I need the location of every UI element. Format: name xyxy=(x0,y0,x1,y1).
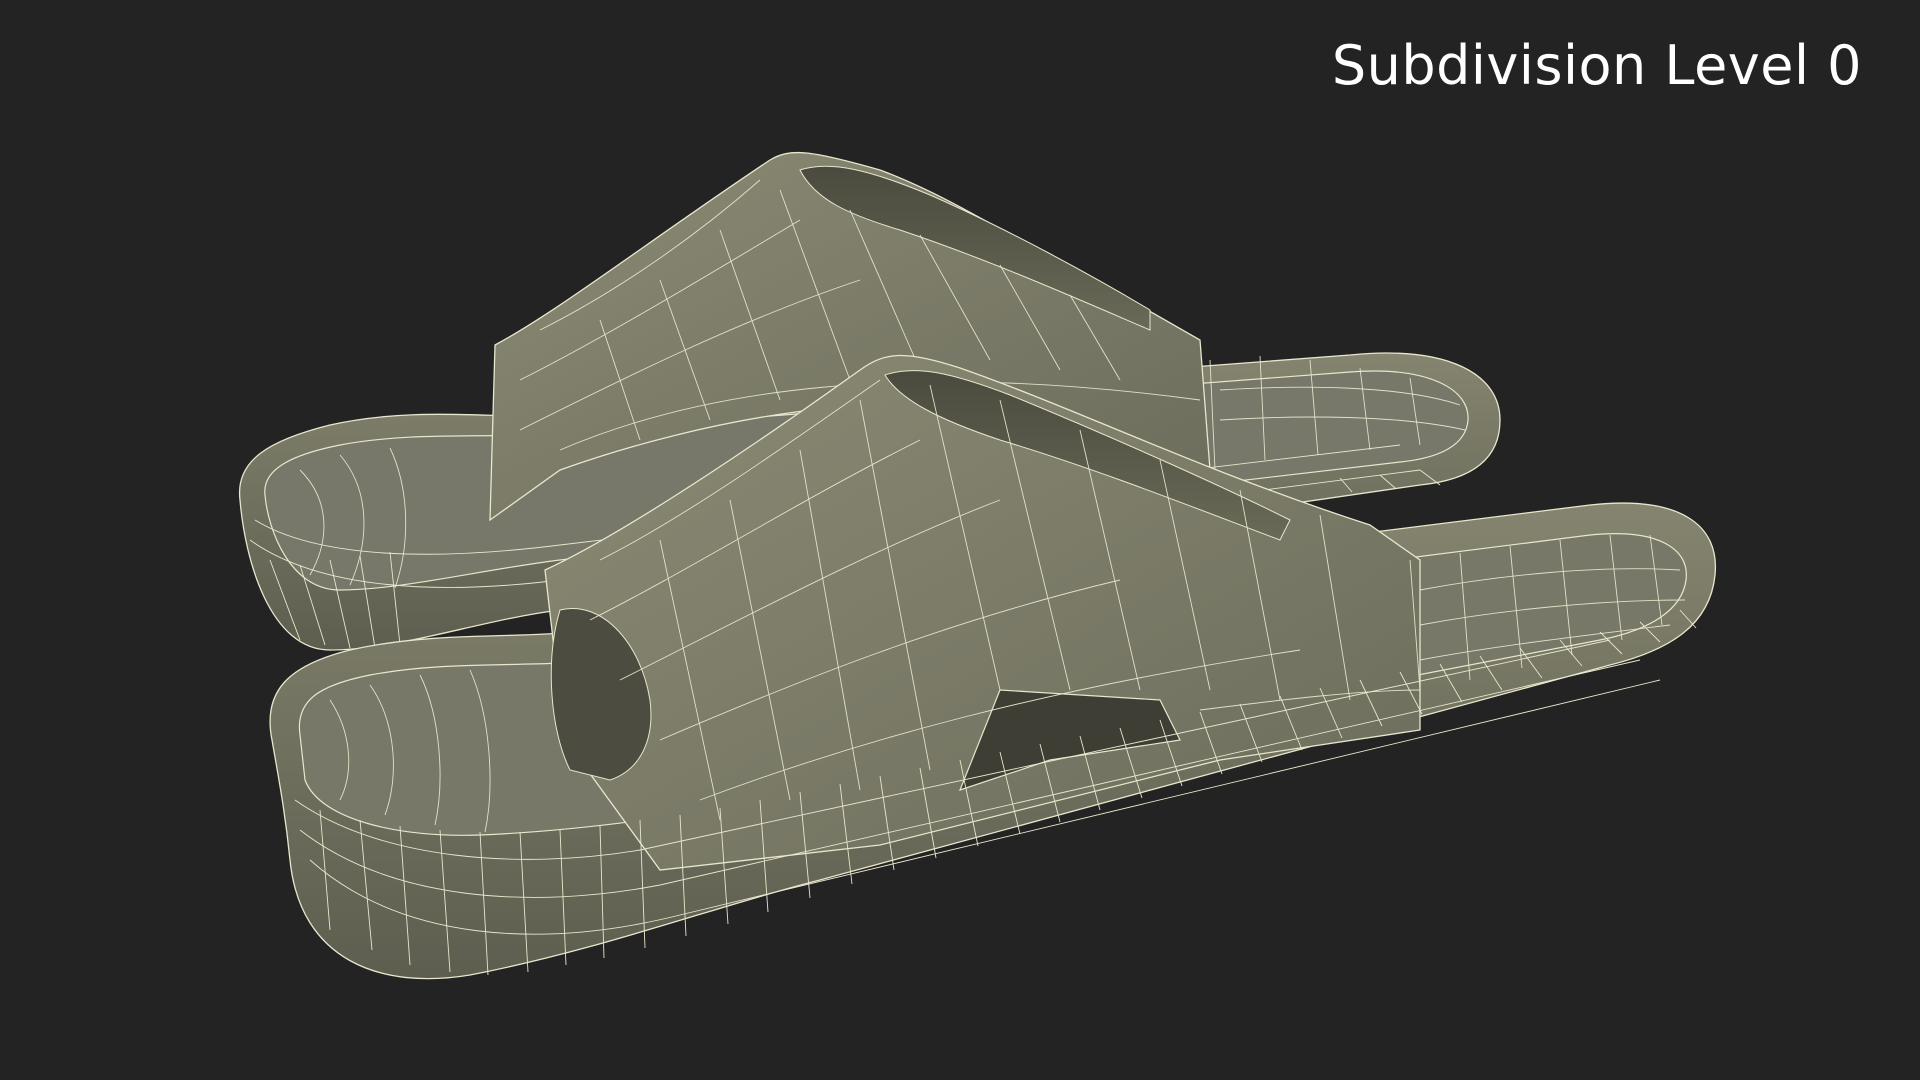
sandal-pair-model xyxy=(238,152,1717,980)
render-viewport: Subdivision Level 0 xyxy=(0,0,1920,1080)
subdivision-level-label: Subdivision Level 0 xyxy=(1331,34,1862,97)
